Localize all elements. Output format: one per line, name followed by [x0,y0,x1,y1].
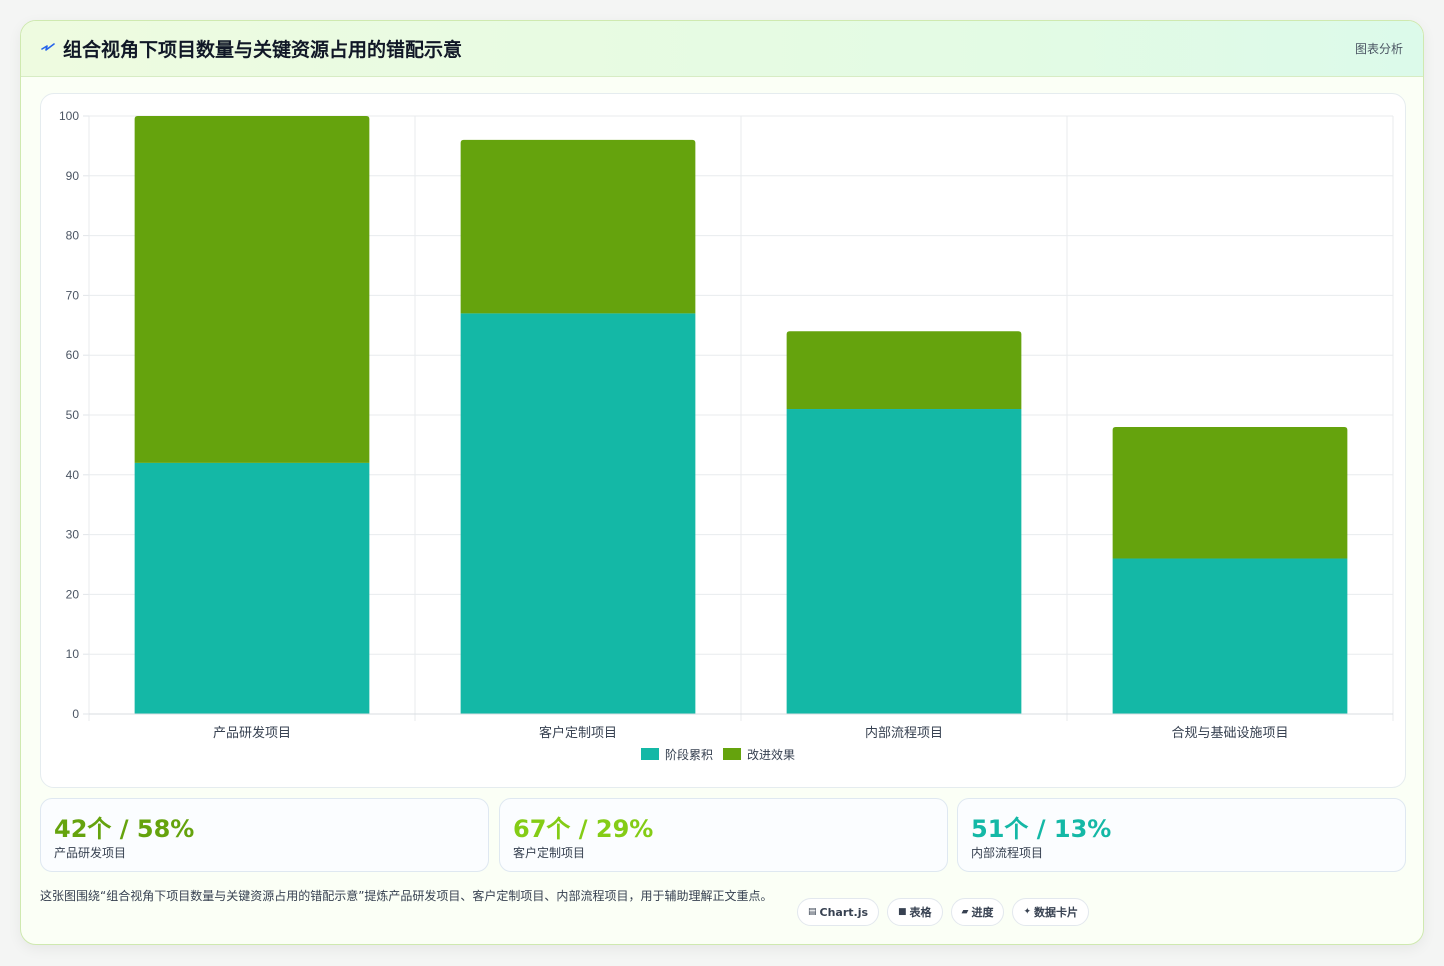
chip-progress[interactable]: ▰ 进度 [950,898,1005,926]
x-tick-label: 合规与基础设施项目 [1171,725,1288,740]
stat-card-internal: 51个 / 13% 内部流程项目 [957,798,1406,872]
stat-label: 产品研发项目 [54,846,127,860]
bar-segment [1112,558,1348,714]
chip-list: ▤ Chart.js ■ 表格 ▰ 进度 ✦ 数据卡片 [797,898,1090,926]
spark-icon [41,43,55,51]
y-tick-label: 0 [72,707,79,721]
chip-label: Chart.js [819,905,869,919]
bar-segment [134,116,370,463]
bar-segment [1112,426,1348,559]
chip-label: 数据卡片 [1034,906,1079,919]
chip-label: 表格 [909,906,932,919]
stat-value: 67个 / 29% [513,815,654,843]
progress-icon: ▰ [961,907,969,917]
x-tick-label: 产品研发项目 [213,725,291,740]
sparkle-icon: ✦ [1023,907,1032,917]
chart-analysis-tag: 图表分析 [1354,42,1403,56]
legend-label: 阶段累积 [665,747,713,762]
bar-segment [134,462,370,714]
legend-swatch [641,748,659,760]
y-tick-label: 20 [66,587,80,601]
y-tick-label: 90 [66,169,80,183]
stat-card-product: 42个 / 58% 产品研发项目 [40,798,489,872]
bar-segment [460,139,696,314]
chart-card: 组合视角下项目数量与关键资源占用的错配示意 图表分析 0 10 20 30 40 50 60… [20,20,1424,945]
chart-icon: ▤ [808,907,817,917]
chart-description: 这张图围绕“组合视角下项目数量与关键资源占用的错配示意”提炼产品研发项目、客户定… [40,889,773,903]
stat-label: 客户定制项目 [513,846,586,860]
page-title: 组合视角下项目数量与关键资源占用的错配示意 [63,39,463,61]
y-tick-label: 30 [66,528,80,542]
bar-segment [460,313,696,714]
chip-table[interactable]: ■ 表格 [887,898,943,926]
bar-segment [786,409,1022,714]
chart-panel: 0 10 20 30 40 50 60 70 80 90 100 产品研发项目 客户定制项目 内部流程项目… [40,93,1406,788]
stat-value: 51个 / 13% [971,815,1112,843]
y-tick-label: 40 [66,468,80,482]
legend-label: 改进效果 [747,747,795,762]
x-tick-label: 客户定制项目 [539,725,617,740]
stacked-bar-chart: 0 10 20 30 40 50 60 70 80 90 100 产品研发项目 客户定制项目 内部流程项目… [59,109,1394,762]
legend-swatch [723,748,741,760]
y-tick-label: 60 [66,348,80,362]
card-header: 组合视角下项目数量与关键资源占用的错配示意 图表分析 [21,21,1423,77]
chip-chartjs[interactable]: ▤ Chart.js [797,898,880,926]
stat-value: 42个 / 58% [54,815,195,843]
y-tick-label: 50 [66,408,80,422]
y-tick-label: 10 [66,647,80,661]
chip-label: 进度 [971,906,994,919]
stat-card-custom: 67个 / 29% 客户定制项目 [499,798,948,872]
x-tick-label: 内部流程项目 [865,725,943,740]
bar-segment [786,331,1022,410]
y-tick-label: 100 [59,109,79,123]
y-tick-label: 70 [66,288,80,302]
chip-data-card[interactable]: ✦ 数据卡片 [1012,898,1090,926]
stat-label: 内部流程项目 [971,846,1044,860]
y-tick-label: 80 [66,229,80,243]
table-icon: ■ [898,907,907,917]
